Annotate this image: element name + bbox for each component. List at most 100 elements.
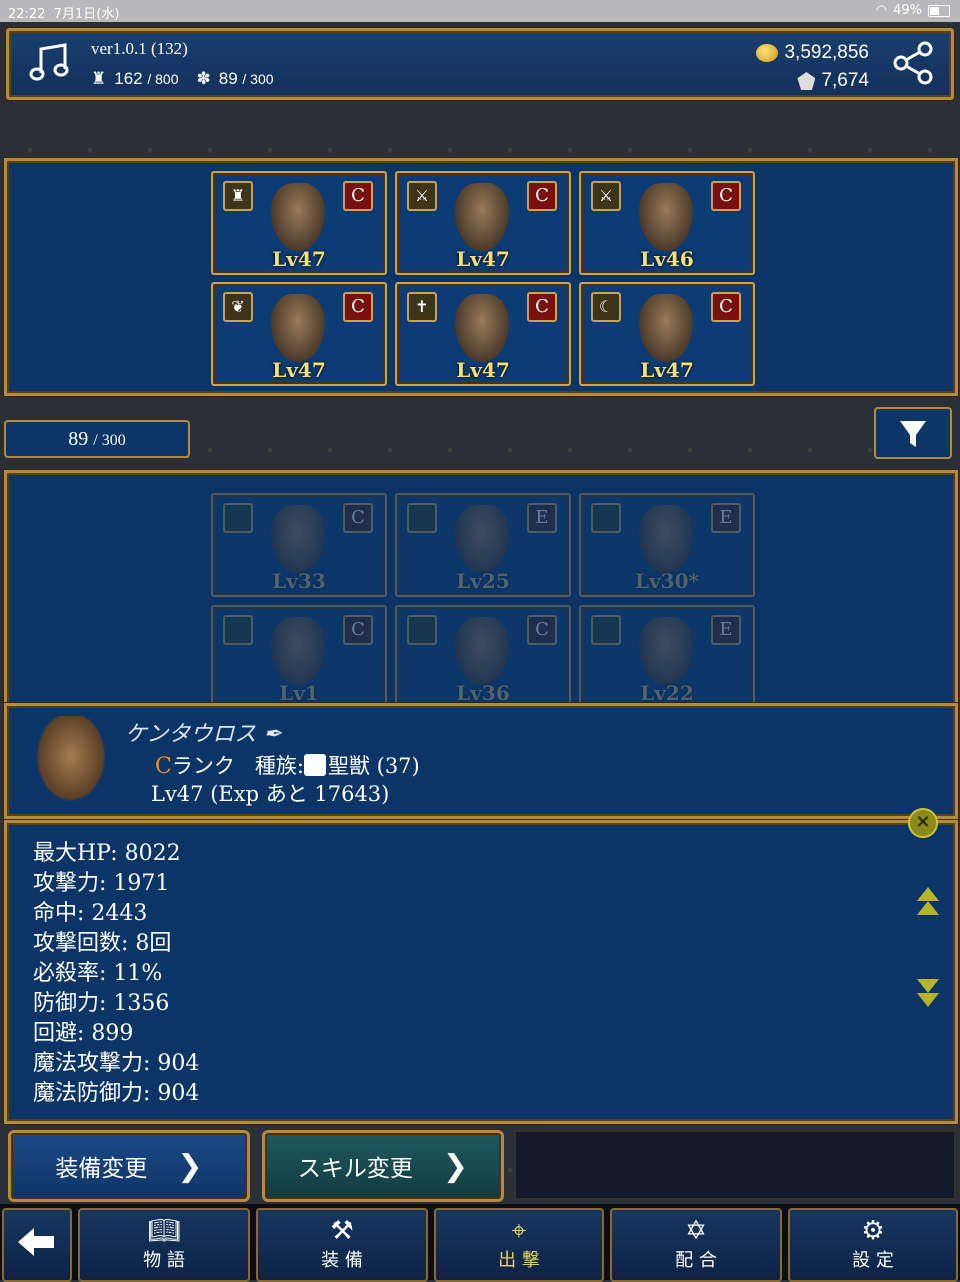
monster-portrait bbox=[271, 505, 325, 573]
rank-badge: E bbox=[711, 503, 741, 533]
monster-portrait bbox=[455, 294, 509, 362]
card-level: Lv46 bbox=[640, 247, 694, 271]
monster-portrait bbox=[271, 183, 325, 251]
card-level: Lv30* bbox=[635, 569, 699, 593]
rank-badge: C bbox=[527, 181, 557, 211]
hexagram-icon: ✡ bbox=[685, 1216, 707, 1246]
team-card[interactable]: ❦ C Lv47 bbox=[211, 282, 387, 386]
box-card[interactable]: C Lv1 bbox=[211, 605, 387, 705]
rank-badge: C bbox=[527, 292, 557, 322]
stats-panel: 最大HP: 8022 攻撃力: 1971 命中: 2443 攻撃回数: 8回 必… bbox=[4, 820, 958, 1124]
monster-name-text: ケンタウロス bbox=[125, 722, 257, 747]
rank-badge: E bbox=[527, 503, 557, 533]
compass-icon: ⌖ bbox=[511, 1216, 527, 1246]
version-label: ver1.0.1 (132) bbox=[91, 39, 188, 58]
team-panel: ♜ C Lv47 ⚔ C Lv47 ⚔ C Lv46 ❦ C Lv47 ✝ C … bbox=[4, 158, 958, 396]
monster-max: / 300 bbox=[242, 71, 274, 87]
rank-badge: C bbox=[343, 615, 373, 645]
monster-detail-header: ケンタウロス ✒ Cランク 種族: 聖獣 (37) Lv47 (Exp あと 17… bbox=[4, 703, 958, 819]
nav-fusion-label: 配 合 bbox=[675, 1250, 717, 1271]
monster-count: 89 bbox=[218, 69, 238, 88]
paw-icon: ✽ bbox=[196, 69, 211, 88]
back-button[interactable] bbox=[2, 1208, 72, 1282]
card-level: Lv36 bbox=[456, 681, 510, 705]
stat-accuracy: 命中: 2443 bbox=[33, 901, 148, 926]
close-icon[interactable]: × bbox=[908, 808, 938, 838]
box-card[interactable]: C Lv36 bbox=[395, 605, 571, 705]
monster-portrait bbox=[455, 505, 509, 573]
monster-portrait-large bbox=[33, 716, 109, 806]
monster-portrait bbox=[455, 183, 509, 251]
change-equipment-button[interactable]: 装備変更 ❯ bbox=[8, 1130, 250, 1202]
rank-label: ランク bbox=[171, 754, 235, 778]
monster-portrait bbox=[271, 294, 325, 362]
nav-sortie[interactable]: ⌖ 出 撃 bbox=[434, 1208, 604, 1282]
nav-fusion[interactable]: ✡ 配 合 bbox=[610, 1208, 782, 1282]
rank-badge: E bbox=[711, 615, 741, 645]
battery-icon bbox=[928, 4, 950, 17]
stat-defense: 防御力: 1356 bbox=[33, 991, 170, 1016]
anvil-icon: ⚒ bbox=[330, 1216, 354, 1246]
rank-badge: C bbox=[711, 181, 741, 211]
nav-settings[interactable]: ⚙ 設 定 bbox=[788, 1208, 958, 1282]
box-card[interactable]: E Lv25 bbox=[395, 493, 571, 597]
monster-name: ケンタウロス ✒ bbox=[125, 716, 282, 748]
team-card[interactable]: ☾ C Lv47 bbox=[579, 282, 755, 386]
empty-slot-icon bbox=[407, 615, 437, 645]
team-card[interactable]: ⚔ C Lv46 bbox=[579, 171, 755, 275]
coin-stack-icon bbox=[756, 44, 779, 62]
tribe-label: 種族: bbox=[254, 754, 304, 778]
nav-story[interactable]: 📖︎ 物 語 bbox=[78, 1208, 250, 1282]
feather-icon: ✒ bbox=[263, 722, 282, 747]
chevron-right-icon: ❯ bbox=[442, 1148, 469, 1184]
status-battery: 49% bbox=[893, 3, 922, 18]
monster-portrait bbox=[639, 294, 693, 362]
team-card[interactable]: ⚔ C Lv47 bbox=[395, 171, 571, 275]
nav-story-label: 物 語 bbox=[143, 1250, 185, 1271]
empty-slot-icon bbox=[407, 503, 437, 533]
stat-evasion: 回避: 899 bbox=[33, 1021, 134, 1046]
stat-attack: 攻撃力: 1971 bbox=[33, 871, 170, 896]
music-note-icon[interactable] bbox=[27, 41, 71, 85]
empty-action-slot bbox=[514, 1130, 956, 1200]
filter-button[interactable] bbox=[874, 407, 952, 459]
status-bar: 22:22 7月1日(水) ◠ 49% bbox=[0, 0, 960, 22]
change-skill-label: スキル変更 bbox=[297, 1156, 413, 1182]
rank-badge: C bbox=[711, 292, 741, 322]
card-level: Lv47 bbox=[456, 358, 510, 382]
card-level: Lv25 bbox=[456, 569, 510, 593]
gem-icon bbox=[797, 72, 816, 90]
change-equipment-label: 装備変更 bbox=[55, 1156, 148, 1182]
monster-portrait bbox=[271, 617, 325, 685]
scroll-down-icon[interactable] bbox=[915, 975, 941, 1009]
box-card[interactable]: E Lv22 bbox=[579, 605, 755, 705]
nav-equipment[interactable]: ⚒ 装 備 bbox=[256, 1208, 428, 1282]
rank-letter: C bbox=[155, 754, 172, 779]
level-exp-line: Lv47 (Exp あと 17643) bbox=[151, 782, 390, 806]
box-card[interactable]: E Lv30* bbox=[579, 493, 755, 597]
gear-icon: ⚙ bbox=[861, 1216, 885, 1246]
rank-badge: C bbox=[343, 292, 373, 322]
card-level: Lv22 bbox=[640, 681, 694, 705]
box-count-current: 89 bbox=[68, 428, 89, 450]
team-card[interactable]: ✝ C Lv47 bbox=[395, 282, 571, 386]
monster-portrait bbox=[639, 505, 693, 573]
stat-magic-defense: 魔法防御力: 904 bbox=[33, 1081, 200, 1106]
status-date: 7月1日(水) bbox=[53, 7, 120, 22]
sword-icon: ⚔ bbox=[591, 181, 621, 211]
stat-list: 最大HP: 8022 攻撃力: 1971 命中: 2443 攻撃回数: 8回 必… bbox=[33, 839, 199, 1109]
currency-panel: 3,592,856 7,674 bbox=[756, 39, 869, 95]
box-card[interactable]: C Lv33 bbox=[211, 493, 387, 597]
monster-portrait bbox=[639, 617, 693, 685]
team-card[interactable]: ♜ C Lv47 bbox=[211, 171, 387, 275]
card-level: Lv47 bbox=[456, 247, 510, 271]
stat-attack-count: 攻撃回数: 8回 bbox=[33, 931, 172, 956]
castle-count: 162 bbox=[114, 69, 143, 88]
scroll-up-icon[interactable] bbox=[915, 885, 941, 919]
share-icon[interactable] bbox=[891, 41, 935, 85]
back-arrow-icon bbox=[18, 1228, 54, 1256]
rank-tribe-line: Cランク 種族: 聖獣 (37) bbox=[155, 750, 420, 780]
header-bar: ver1.0.1 (132) ♜ 162 / 800 ✽ 89 / 300 3,… bbox=[6, 28, 954, 100]
change-skill-button[interactable]: スキル変更 ❯ bbox=[262, 1130, 504, 1202]
castle-icon: ♜ bbox=[223, 181, 253, 211]
